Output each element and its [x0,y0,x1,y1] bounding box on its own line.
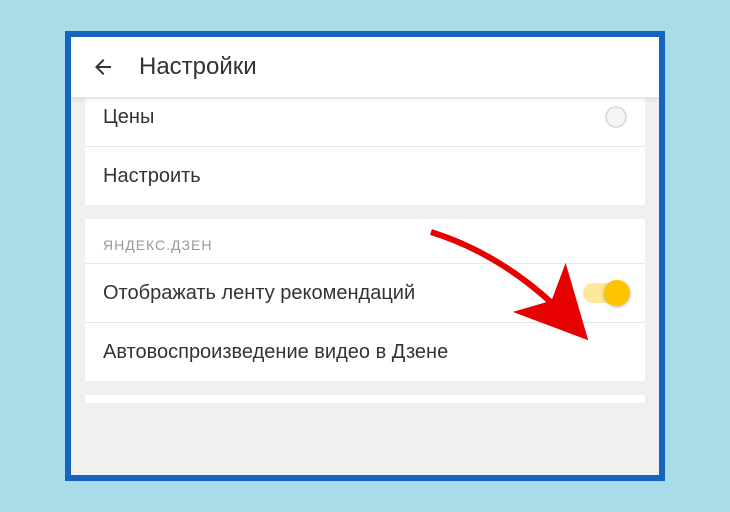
header-bar: Настройки [71,37,659,98]
section-general: Цены Настроить [85,98,645,205]
row-autoplay[interactable]: Автовоспроизведение видео в Дзене [85,323,645,381]
toggle-show-feed[interactable] [583,283,627,303]
content-area: Цены Настроить ЯНДЕКС.ДЗЕН Отображать ле… [71,98,659,476]
row-label: Отображать ленту рекомендаций [103,280,415,306]
page-title: Настройки [139,53,257,81]
section-peek [85,395,645,403]
row-label: Автовоспроизведение видео в Дзене [103,339,448,365]
row-configure[interactable]: Настроить [85,147,645,205]
section-zen: ЯНДЕКС.ДЗЕН Отображать ленту рекомендаци… [85,219,645,381]
row-prices[interactable]: Цены [85,98,645,147]
back-arrow-icon[interactable] [91,55,115,79]
row-label: Цены [103,104,154,130]
toggle-disabled-icon [605,106,627,128]
section-header-zen: ЯНДЕКС.ДЗЕН [85,219,645,264]
app-frame: Настройки Цены Настроить ЯНДЕКС.ДЗЕН Ото… [65,31,665,481]
row-show-feed[interactable]: Отображать ленту рекомендаций [85,264,645,323]
toggle-knob-icon [604,280,630,306]
row-label: Настроить [103,163,201,189]
